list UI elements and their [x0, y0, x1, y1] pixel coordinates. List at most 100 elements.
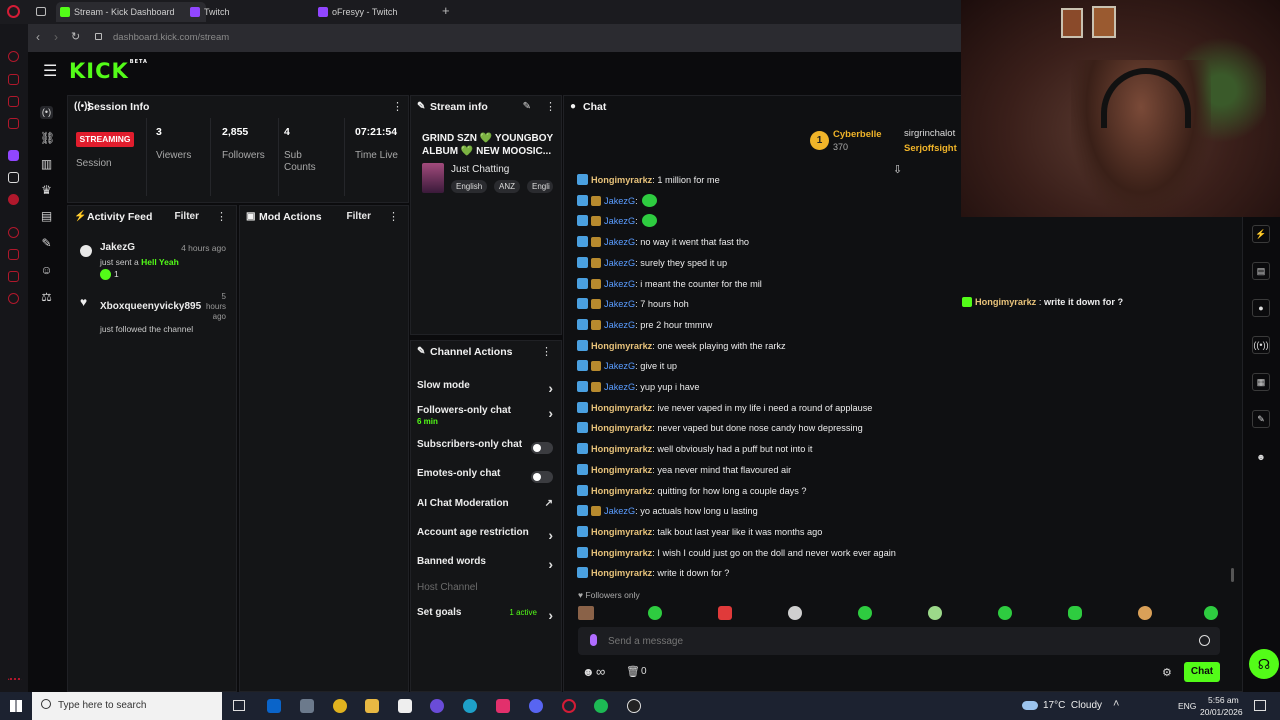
emotes-only-toggle[interactable] — [531, 471, 553, 483]
notifications-icon[interactable] — [1254, 700, 1266, 711]
sidebar-shortcut-icon[interactable] — [8, 74, 19, 85]
activity-filter-button[interactable]: Filter — [175, 206, 199, 228]
chat-scrollbar[interactable] — [1231, 568, 1234, 582]
emote[interactable] — [648, 606, 662, 620]
tiktok-icon[interactable] — [496, 699, 510, 713]
chat-username[interactable]: JakezG — [604, 299, 635, 309]
chat-username[interactable]: Hongimyrarkz — [591, 486, 652, 496]
opera-gx-icon[interactable] — [562, 699, 576, 713]
ai-chat-moderation[interactable]: AI Chat Moderation ↗ — [417, 498, 555, 520]
analytics-icon[interactable]: ▥ — [40, 158, 53, 171]
chat-emote[interactable] — [642, 214, 658, 228]
tab-kick-dashboard[interactable]: Stream - Kick Dashboard — [56, 2, 206, 22]
forward-icon[interactable]: › — [54, 30, 58, 44]
sidebar-shortcut-icon[interactable] — [8, 118, 19, 129]
microphone-icon[interactable] — [590, 634, 597, 646]
banned-words[interactable]: Banned words › — [417, 556, 555, 578]
tab-overview-icon[interactable] — [36, 7, 46, 16]
new-tab-button[interactable]: + — [442, 3, 450, 18]
chat-username[interactable]: Hongimyrarkz — [591, 548, 652, 558]
leader-name[interactable]: sirgrinchalot — [904, 128, 955, 139]
emote[interactable] — [928, 606, 942, 620]
chat-username[interactable]: JakezG — [604, 216, 635, 226]
sidebar-shortcut-icon[interactable] — [8, 96, 19, 107]
emote[interactable] — [718, 606, 732, 620]
kick-logo[interactable]: KICKBETA — [69, 59, 148, 83]
emote[interactable] — [788, 606, 802, 620]
tools-icon[interactable]: ✎ — [1252, 410, 1270, 428]
language-label[interactable]: ENG — [1178, 701, 1196, 711]
stream-info-menu-button[interactable]: ⋮ — [545, 96, 556, 118]
trash-icon[interactable]: 🗑 — [626, 665, 640, 678]
sidebar-shortcut-icon[interactable] — [8, 271, 19, 282]
chat-send-button[interactable]: Chat — [1184, 662, 1220, 682]
menu-icon[interactable]: ☰ — [43, 61, 57, 81]
link-icon[interactable]: ⛓ — [40, 132, 55, 145]
emote[interactable] — [1068, 606, 1082, 620]
users-icon[interactable]: ☻ — [582, 665, 595, 679]
chat-username[interactable]: Hongimyrarkz — [591, 175, 652, 185]
users-icon[interactable]: ☻ — [1252, 449, 1270, 467]
app-icon[interactable] — [430, 699, 444, 713]
weather-label[interactable]: 17°C Cloudy — [1043, 700, 1102, 711]
clock-time[interactable]: 5:56 am — [1208, 695, 1239, 705]
clipboard-icon[interactable]: ▤ — [1252, 262, 1270, 280]
x-shortcut-icon[interactable] — [8, 172, 19, 183]
layout-icon[interactable]: ▦ — [1252, 373, 1270, 391]
chat-username[interactable]: Hongimyrarkz — [591, 341, 652, 351]
chat-username[interactable]: JakezG — [604, 258, 635, 268]
activity-user[interactable]: JakezG — [100, 242, 135, 253]
chat-username[interactable]: JakezG — [604, 237, 635, 247]
task-view-icon[interactable] — [233, 700, 245, 711]
chat-username[interactable]: Hongimyrarkz — [591, 444, 652, 454]
spotify-icon[interactable] — [594, 699, 608, 713]
users-icon[interactable]: ☺ — [40, 264, 53, 277]
tab-twitch[interactable]: Twitch — [186, 2, 306, 22]
media-icon[interactable]: ▤ — [40, 210, 53, 223]
sidebar-shortcut-icon[interactable] — [8, 249, 19, 260]
tray-chevron-icon[interactable]: ˄ — [1113, 698, 1119, 710]
reload-icon[interactable]: ↻ — [71, 30, 80, 43]
broadcast-icon[interactable]: ((•)) — [1252, 336, 1270, 354]
back-icon[interactable]: ‹ — [36, 30, 40, 44]
emotes-only-chat[interactable]: Emotes-only chat — [417, 468, 555, 490]
moderation-icon[interactable]: ⚖ — [40, 291, 53, 304]
support-icon[interactable]: ☊ — [1249, 649, 1279, 679]
chat-username[interactable]: JakezG — [604, 196, 635, 206]
chrome-icon[interactable] — [333, 699, 347, 713]
chat-username[interactable]: Hongimyrarkz — [591, 423, 652, 433]
app-icon[interactable] — [300, 699, 314, 713]
chat-username[interactable]: Hongimyrarkz — [591, 527, 652, 537]
subscribers-only-toggle[interactable] — [531, 442, 553, 454]
chat-username[interactable]: JakezG — [604, 506, 635, 516]
stream-icon[interactable]: (•) — [40, 106, 53, 119]
edit-icon[interactable]: ✎ — [523, 101, 531, 112]
chat-emote[interactable] — [642, 193, 658, 207]
channel-actions-menu-button[interactable]: ⋮ — [541, 341, 552, 363]
obs-icon[interactable] — [627, 699, 641, 713]
emote[interactable] — [1138, 606, 1152, 620]
sidebar-shortcut-icon[interactable] — [8, 293, 19, 304]
more-icon[interactable] — [8, 678, 22, 682]
chat-bubble-icon[interactable]: ● — [1252, 299, 1270, 317]
trophy-icon[interactable]: ♛ — [40, 184, 53, 197]
activity-menu-button[interactable]: ⋮ — [216, 206, 227, 228]
chat-username[interactable]: Hongimyrarkz — [591, 465, 652, 475]
clock-date[interactable]: 20/01/2026 — [1200, 707, 1243, 717]
chat-username[interactable]: JakezG — [604, 320, 635, 330]
opera-logo-icon[interactable] — [7, 5, 20, 18]
taskbar-search-box[interactable]: Type here to search — [32, 692, 222, 720]
set-goals[interactable]: Set goals 1 active › — [417, 607, 555, 629]
sidebar-shortcut-icon[interactable] — [8, 51, 19, 62]
leader-name[interactable]: Cyberbelle — [833, 129, 882, 140]
mod-filter-button[interactable]: Filter — [347, 206, 371, 228]
sidebar-shortcut-icon[interactable] — [8, 194, 19, 205]
edge-icon[interactable] — [463, 699, 477, 713]
chat-username[interactable]: JakezG — [604, 361, 635, 371]
account-age-restriction[interactable]: Account age restriction › — [417, 527, 555, 549]
outlook-icon[interactable] — [267, 699, 281, 713]
emote[interactable] — [1204, 606, 1218, 620]
subscribers-only-chat[interactable]: Subscribers-only chat — [417, 439, 555, 461]
tab-ofresyy-twitch[interactable]: oFresyy - Twitch — [314, 2, 434, 22]
url-field[interactable]: dashboard.kick.com/stream — [113, 32, 229, 43]
